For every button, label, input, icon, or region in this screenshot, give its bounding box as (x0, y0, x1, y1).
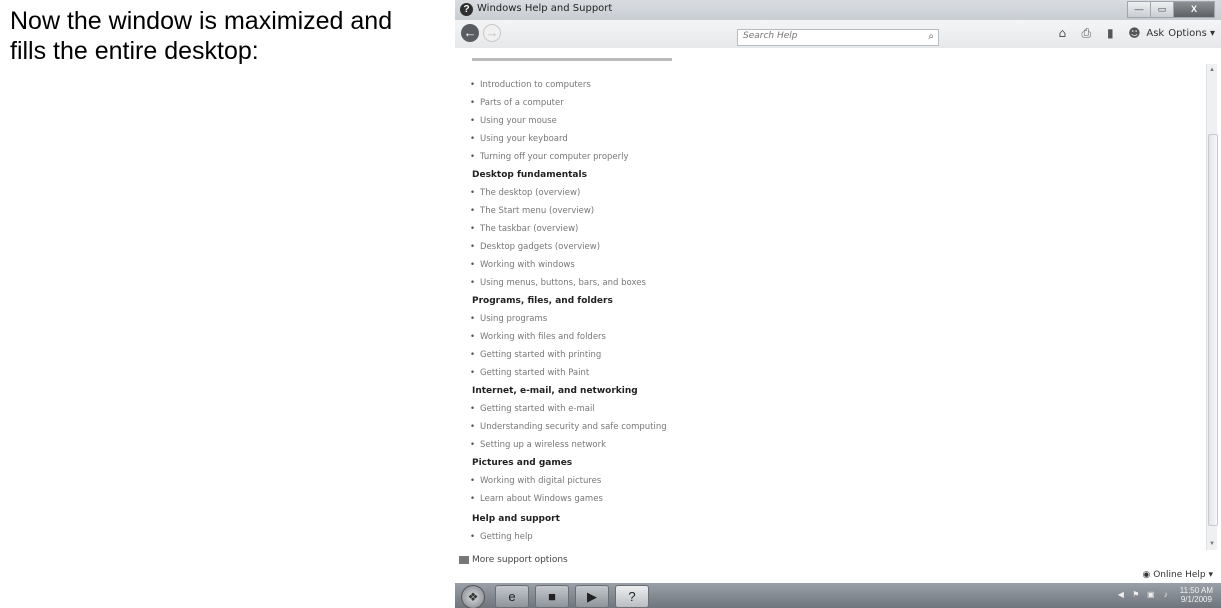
scroll-thumb[interactable] (1208, 134, 1218, 526)
section-heading: Desktop fundamentals (472, 170, 587, 180)
list-item[interactable]: Using menus, buttons, bars, and boxes (470, 278, 646, 288)
title-bar[interactable]: ? Windows Help and Support — ▭ X (455, 0, 1221, 20)
list-item[interactable]: The desktop (overview) (470, 188, 580, 198)
list-item[interactable]: Turning off your computer properly (470, 152, 629, 162)
list-item[interactable]: Parts of a computer (470, 98, 564, 108)
ask-icon[interactable]: ☻ (1126, 26, 1142, 40)
system-tray: ◀ ⚑ ▣ ♪ 11:50 AM 9/1/2009 (1116, 586, 1213, 604)
internet-explorer-icon[interactable]: e (495, 585, 529, 608)
more-support-label: More support options (472, 555, 568, 565)
ask-button[interactable]: Ask (1146, 28, 1164, 39)
start-button[interactable]: ❖ (461, 585, 485, 608)
help-taskbar-icon[interactable]: ? (615, 585, 649, 608)
list-item[interactable]: The taskbar (overview) (470, 224, 578, 234)
clock[interactable]: 11:50 AM 9/1/2009 (1180, 586, 1213, 604)
list-item[interactable]: Using programs (470, 314, 547, 324)
more-support-link[interactable]: More support options (459, 555, 568, 565)
options-button[interactable]: Options ▾ (1168, 28, 1215, 39)
clock-date: 9/1/2009 (1180, 595, 1212, 604)
scroll-down-icon[interactable]: ▼ (1208, 540, 1216, 548)
list-item[interactable]: Using your keyboard (470, 134, 568, 144)
folder-icon[interactable]: ■ (535, 585, 569, 608)
back-arrow-icon[interactable]: ← (461, 24, 479, 42)
list-item[interactable]: Working with digital pictures (470, 476, 601, 486)
close-button[interactable]: X (1173, 1, 1215, 18)
home-icon[interactable]: ⌂ (1054, 26, 1070, 40)
online-help-label: Online Help ▾ (1153, 570, 1213, 580)
section-heading: Pictures and games (472, 458, 573, 468)
print-icon[interactable]: ⎙ (1078, 26, 1094, 40)
taskbar: ❖ e ■ ▶ ? (455, 583, 1221, 608)
search-box: ⌕ (737, 29, 939, 46)
scroll-up-icon[interactable]: ▲ (1208, 66, 1216, 74)
window-controls: — ▭ X (1127, 1, 1215, 18)
flag-icon[interactable]: ⚑ (1131, 591, 1141, 599)
globe-icon: ◉ (1142, 570, 1154, 580)
list-item[interactable]: Using your mouse (470, 116, 557, 126)
show-hidden-icon[interactable]: ◀ (1116, 591, 1126, 599)
toolbar-icons: ⌂ ⎙ ▮ ☻ Ask Options ▾ (1046, 24, 1215, 42)
clock-time: 11:50 AM (1179, 586, 1213, 595)
support-icon (459, 555, 469, 564)
list-item[interactable]: Learn about Windows games (470, 494, 603, 504)
network-icon[interactable]: ▣ (1146, 591, 1156, 599)
section-heading: Internet, e-mail, and networking (472, 386, 638, 396)
list-item[interactable]: Desktop gadgets (overview) (470, 242, 600, 252)
clipped-heading (472, 58, 672, 61)
list-item[interactable]: The Start menu (overview) (470, 206, 594, 216)
caption-text: Now the window is maximized and fills th… (10, 7, 393, 65)
forward-arrow-icon[interactable]: → (483, 24, 501, 42)
media-player-icon[interactable]: ▶ (575, 585, 609, 608)
list-item[interactable]: Getting started with printing (470, 350, 601, 360)
list-item[interactable]: Getting help (470, 532, 533, 542)
online-help-button[interactable]: ◉ Online Help ▾ (1142, 570, 1213, 580)
help-icon: ? (460, 3, 473, 16)
list-item[interactable]: Introduction to computers (470, 80, 591, 90)
help-window: ? Windows Help and Support — ▭ X ← → ⌕ ⌂… (455, 0, 1221, 608)
search-input[interactable] (743, 31, 913, 41)
browse-help-icon[interactable]: ▮ (1102, 26, 1118, 40)
minimize-button[interactable]: — (1127, 1, 1151, 18)
list-item[interactable]: Getting started with Paint (470, 368, 589, 378)
volume-icon[interactable]: ♪ (1161, 591, 1171, 599)
list-item[interactable]: Working with files and folders (470, 332, 606, 342)
maximize-button[interactable]: ▭ (1150, 1, 1174, 18)
list-item[interactable]: Working with windows (470, 260, 575, 270)
window-title: Windows Help and Support (477, 3, 613, 14)
list-item[interactable]: Getting started with e-mail (470, 404, 595, 414)
section-heading: Programs, files, and folders (472, 296, 613, 306)
vertical-scrollbar[interactable]: ▲ ▼ (1206, 64, 1218, 550)
search-icon[interactable]: ⌕ (928, 31, 934, 42)
help-content: Introduction to computers Parts of a com… (455, 58, 1207, 553)
list-item[interactable]: Setting up a wireless network (470, 440, 606, 450)
list-item[interactable]: Understanding security and safe computin… (470, 422, 667, 432)
section-heading: Help and support (472, 514, 560, 524)
